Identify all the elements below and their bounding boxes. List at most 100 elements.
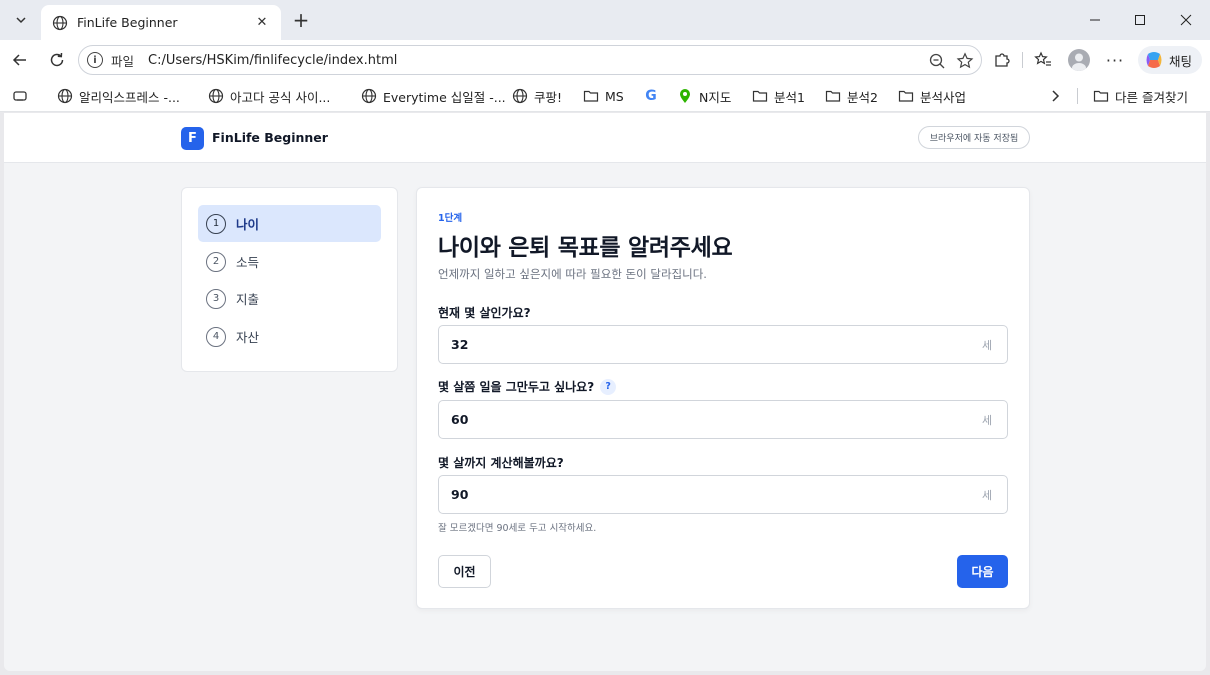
close-icon xyxy=(1180,14,1192,26)
bookmark-item[interactable]: 분석1 xyxy=(752,86,805,106)
globe-icon xyxy=(51,14,69,32)
autosave-badge: 브라우저에 자동 저장됨 xyxy=(918,126,1030,149)
maximize-button[interactable] xyxy=(1117,0,1163,40)
bookmark-label: 분석1 xyxy=(774,89,805,105)
folder-icon xyxy=(898,88,914,104)
step-label: 자산 xyxy=(236,330,260,345)
unit-label: 세 xyxy=(981,488,993,502)
globe-icon xyxy=(57,88,73,104)
step-number: 2 xyxy=(206,251,226,272)
tab-strip: FinLife Beginner ✕ + xyxy=(0,0,1210,40)
chevron-right-icon xyxy=(1052,90,1060,102)
bookmark-item[interactable]: G xyxy=(643,86,665,106)
next-button[interactable]: 다음 xyxy=(957,555,1008,588)
tab-actions-menu-button[interactable] xyxy=(6,6,36,34)
minimize-button[interactable] xyxy=(1072,0,1118,40)
more-menu-button[interactable]: ··· xyxy=(1101,46,1129,74)
bookmark-label: 분석사업 xyxy=(920,89,967,105)
bookmark-item[interactable]: 쿠팡! xyxy=(512,86,562,106)
step-label: 소득 xyxy=(236,255,260,270)
puzzle-icon xyxy=(995,53,1010,67)
new-tab-button[interactable]: + xyxy=(288,7,314,33)
question-text: 몇 살까지 계산해볼까요? xyxy=(438,456,564,470)
info-icon[interactable]: i xyxy=(87,52,103,68)
step-item-income[interactable]: 2 소득 xyxy=(198,243,381,280)
retirement-age-input[interactable] xyxy=(439,401,967,438)
minimize-icon xyxy=(1090,19,1100,21)
maximize-icon xyxy=(1135,15,1145,25)
bookmark-label: 아고다 공식 사이... xyxy=(230,89,331,105)
more-icon: ··· xyxy=(1105,50,1125,70)
bookmark-item[interactable]: Everytime 십일절 -... xyxy=(361,86,506,106)
folder-icon xyxy=(1093,88,1109,104)
step-item-age[interactable]: 1 나이 xyxy=(198,205,381,242)
bookmark-label: Everytime 십일절 -... xyxy=(383,89,506,105)
profile-avatar[interactable] xyxy=(1068,49,1090,71)
question-label: 몇 살쯤 일을 그만두고 싶나요? ? xyxy=(438,378,617,395)
bookmarks-separator xyxy=(1077,88,1078,104)
chat-label: 채팅 xyxy=(1169,53,1193,69)
other-favorites-label: 다른 즐겨찾기 xyxy=(1115,89,1188,105)
globe-icon xyxy=(361,88,377,104)
bookmark-item[interactable]: 아고다 공식 사이... xyxy=(208,86,330,106)
step-navigation: 1 나이 2 소득 3 지출 4 자산 xyxy=(181,187,398,372)
bookmark-item[interactable]: 분석2 xyxy=(825,86,878,106)
page-viewport: F FinLife Beginner 브라우저에 자동 저장됨 1 나이 2 소… xyxy=(4,113,1206,671)
favorites-button[interactable] xyxy=(1029,46,1057,74)
tab-actions-icon[interactable] xyxy=(12,86,28,106)
refresh-button[interactable] xyxy=(43,46,71,74)
bookmark-item[interactable]: MS xyxy=(583,86,624,106)
star-icon[interactable] xyxy=(955,51,975,71)
browser-toolbar: i 파일 C:/Users/HSKim/finlifecycle/index.h… xyxy=(0,40,1210,80)
bookmark-label: MS xyxy=(605,88,624,104)
question-text: 현재 몇 살인가요? xyxy=(438,306,531,320)
step-label: 지출 xyxy=(236,292,260,307)
step-number: 3 xyxy=(206,288,226,309)
close-tab-icon[interactable]: ✕ xyxy=(253,15,271,30)
address-url[interactable]: C:/Users/HSKim/finlifecycle/index.html xyxy=(148,53,397,68)
form-card: 1단계 나이와 은퇴 목표를 알려주세요 언제까지 일하고 싶은지에 따라 필요… xyxy=(416,187,1030,609)
browser-tab[interactable]: FinLife Beginner ✕ xyxy=(41,5,281,40)
prev-button[interactable]: 이전 xyxy=(438,555,491,588)
copilot-icon xyxy=(1146,52,1162,68)
app-brand: FinLife Beginner xyxy=(212,130,328,145)
step-number: 1 xyxy=(206,213,226,234)
current-age-input[interactable] xyxy=(439,326,967,363)
zoom-out-icon[interactable] xyxy=(927,51,947,71)
life-expectancy-input[interactable] xyxy=(439,476,967,513)
copilot-chat-button[interactable]: 채팅 xyxy=(1138,46,1202,74)
form-heading: 나이와 은퇴 목표를 알려주세요 xyxy=(438,235,733,261)
step-item-assets[interactable]: 4 자산 xyxy=(198,318,381,355)
back-button[interactable] xyxy=(6,46,34,74)
bookmark-label: N지도 xyxy=(699,89,732,105)
current-age-field[interactable]: 세 xyxy=(438,325,1008,364)
bookmark-item[interactable]: N지도 xyxy=(677,86,731,106)
step-item-expense[interactable]: 3 지출 xyxy=(198,280,381,317)
address-bar[interactable]: i 파일 C:/Users/HSKim/finlifecycle/index.h… xyxy=(78,45,982,75)
bookmark-label: 분석2 xyxy=(847,89,878,105)
extensions-button[interactable] xyxy=(988,46,1016,74)
chevron-down-icon xyxy=(16,17,26,24)
folder-icon xyxy=(825,88,841,104)
folder-icon xyxy=(752,88,768,104)
bookmarks-overflow-button[interactable] xyxy=(1048,86,1062,106)
globe-icon xyxy=(512,88,528,104)
bookmark-item[interactable]: 알리익스프레스 -... xyxy=(57,86,180,106)
bookmark-label: 쿠팡! xyxy=(534,89,563,105)
step-number: 4 xyxy=(206,326,226,347)
question-label: 몇 살까지 계산해볼까요? xyxy=(438,454,564,471)
life-expectancy-field[interactable]: 세 xyxy=(438,475,1008,514)
bookmark-item[interactable]: 분석사업 xyxy=(898,86,966,106)
bookmark-label: 알리익스프레스 -... xyxy=(79,89,180,105)
tab-title: FinLife Beginner xyxy=(77,15,178,30)
address-scheme: 파일 xyxy=(111,53,135,69)
retirement-age-field[interactable]: 세 xyxy=(438,400,1008,439)
unit-label: 세 xyxy=(981,413,993,427)
close-window-button[interactable] xyxy=(1163,0,1209,40)
folder-icon xyxy=(583,88,599,104)
app-header: F FinLife Beginner 브라우저에 자동 저장됨 xyxy=(4,113,1206,163)
unit-label: 세 xyxy=(981,338,993,352)
help-icon[interactable]: ? xyxy=(600,378,617,395)
other-favorites[interactable]: 다른 즐겨찾기 xyxy=(1093,86,1188,106)
refresh-icon xyxy=(50,52,64,67)
